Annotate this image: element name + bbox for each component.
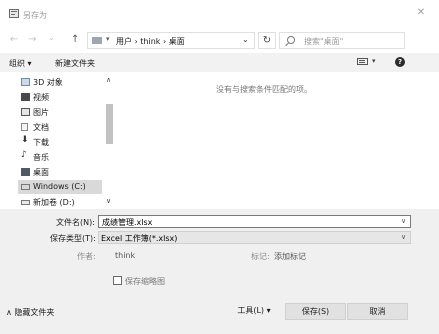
- file-list-area[interactable]: 没有与搜索条件匹配的项。: [119, 72, 439, 209]
- filetype-select[interactable]: Excel 工作簿(*.xlsx) ∨: [98, 231, 411, 244]
- nav-item-label: 文档: [33, 123, 49, 132]
- hide-folders-toggle[interactable]: ∧ 隐藏文件夹: [6, 307, 54, 318]
- cube-icon: [21, 78, 30, 86]
- tags-input[interactable]: 添加标记: [274, 251, 306, 262]
- nav-item-label: 视频: [33, 93, 49, 102]
- view-options-chevron-icon[interactable]: ▾: [372, 57, 376, 65]
- empty-results-message: 没有与搜索条件匹配的项。: [216, 85, 312, 94]
- nav-item-label: Windows (C:): [33, 182, 86, 191]
- save-button[interactable]: 保存(S): [285, 303, 346, 320]
- scroll-up-icon[interactable]: ∧: [106, 76, 111, 84]
- filetype-value: Excel 工作簿(*.xlsx): [101, 234, 178, 243]
- nav-item-videos[interactable]: 视频: [18, 90, 116, 104]
- author-value[interactable]: think: [115, 251, 135, 260]
- search-input[interactable]: 搜索"桌面": [304, 36, 343, 47]
- desktop-icon: [21, 168, 30, 176]
- tools-menu-button[interactable]: 工具(L) ▾: [228, 303, 280, 320]
- scroll-down-icon[interactable]: ∨: [106, 197, 111, 205]
- picture-icon: [21, 108, 30, 116]
- save-form-panel: 文件名(N): 成绩管理.xlsx ∨ 保存类型(T): Excel 工作簿(*…: [0, 209, 439, 334]
- nav-item-pictures[interactable]: 图片: [18, 105, 116, 119]
- nav-item-desktop[interactable]: 桌面: [18, 165, 116, 179]
- filetype-dropdown-icon[interactable]: ∨: [401, 233, 406, 241]
- drive-icon: [21, 184, 30, 190]
- refresh-button[interactable]: ↻: [258, 32, 276, 49]
- navigation-pane: 3D 对象 视频 图片 文档 ⬇ 下载 ♪ 音乐 桌面 Windows (C:)…: [0, 72, 119, 209]
- new-folder-button[interactable]: 新建文件夹: [55, 58, 95, 69]
- nav-item-label: 音乐: [33, 153, 49, 162]
- command-toolbar: 组织 ▾ 新建文件夹 ▾ ?: [0, 53, 439, 72]
- view-options-icon[interactable]: [357, 58, 368, 65]
- window-title: 另存为: [23, 11, 47, 20]
- back-arrow-icon[interactable]: ←: [10, 34, 18, 46]
- video-icon: [21, 93, 30, 101]
- nav-item-label: 新加卷 (D:): [33, 198, 75, 207]
- nav-item-downloads[interactable]: ⬇ 下载: [18, 135, 116, 149]
- author-label: 作者:: [77, 252, 96, 261]
- up-arrow-icon[interactable]: ↑: [71, 34, 79, 46]
- nav-item-label: 图片: [33, 108, 49, 117]
- navigation-bar: ← → ⌄ ↑ ▾ 用户 › think › 桌面 ⌄ ↻ 搜索"桌面": [0, 29, 439, 51]
- address-caret-icon[interactable]: ▾: [106, 35, 110, 43]
- save-thumbnail-checkbox[interactable]: [113, 276, 122, 285]
- filename-label: 文件名(N):: [56, 218, 95, 227]
- tags-label: 标记:: [251, 252, 270, 261]
- nav-item-drive-d[interactable]: 新加卷 (D:): [18, 195, 116, 209]
- document-icon: [21, 123, 28, 131]
- save-as-app-icon: [9, 9, 19, 18]
- nav-item-documents[interactable]: 文档: [18, 120, 116, 134]
- download-icon: ⬇: [21, 135, 29, 145]
- filename-value[interactable]: 成绩管理.xlsx: [102, 217, 152, 228]
- filename-dropdown-icon[interactable]: ∨: [401, 217, 406, 225]
- nav-item-label: 下载: [33, 138, 49, 147]
- help-icon[interactable]: ?: [395, 57, 405, 67]
- title-bar: 另存为 ✕: [0, 0, 439, 26]
- nav-item-label: 3D 对象: [33, 78, 63, 87]
- recent-locations-chevron-icon[interactable]: ⌄: [48, 32, 55, 44]
- nav-item-3d-objects[interactable]: 3D 对象: [18, 75, 116, 89]
- address-bar[interactable]: ▾ 用户 › think › 桌面 ⌄: [87, 32, 255, 49]
- forward-arrow-icon[interactable]: →: [28, 34, 36, 46]
- organize-menu-button[interactable]: 组织 ▾: [9, 58, 32, 69]
- address-dropdown-icon[interactable]: ⌄: [242, 35, 249, 44]
- navigation-pane-scrollbar[interactable]: ∧ ∨: [103, 72, 116, 209]
- save-thumbnail-label[interactable]: 保存缩略图: [125, 276, 165, 287]
- drive-icon: [21, 200, 30, 205]
- close-button[interactable]: ✕: [413, 6, 429, 20]
- cancel-button[interactable]: 取消: [347, 303, 408, 320]
- music-icon: ♪: [21, 150, 27, 160]
- folder-icon: [92, 37, 102, 44]
- search-icon: [287, 36, 295, 44]
- filetype-label: 保存类型(T):: [50, 234, 96, 243]
- filename-input[interactable]: 成绩管理.xlsx ∨: [98, 215, 411, 228]
- nav-item-drive-c[interactable]: Windows (C:): [18, 180, 102, 194]
- search-box[interactable]: 搜索"桌面": [279, 32, 405, 49]
- scrollbar-thumb[interactable]: [106, 104, 113, 144]
- address-path[interactable]: 用户 › think › 桌面: [116, 36, 185, 47]
- nav-item-music[interactable]: ♪ 音乐: [18, 150, 116, 164]
- nav-item-label: 桌面: [33, 168, 49, 177]
